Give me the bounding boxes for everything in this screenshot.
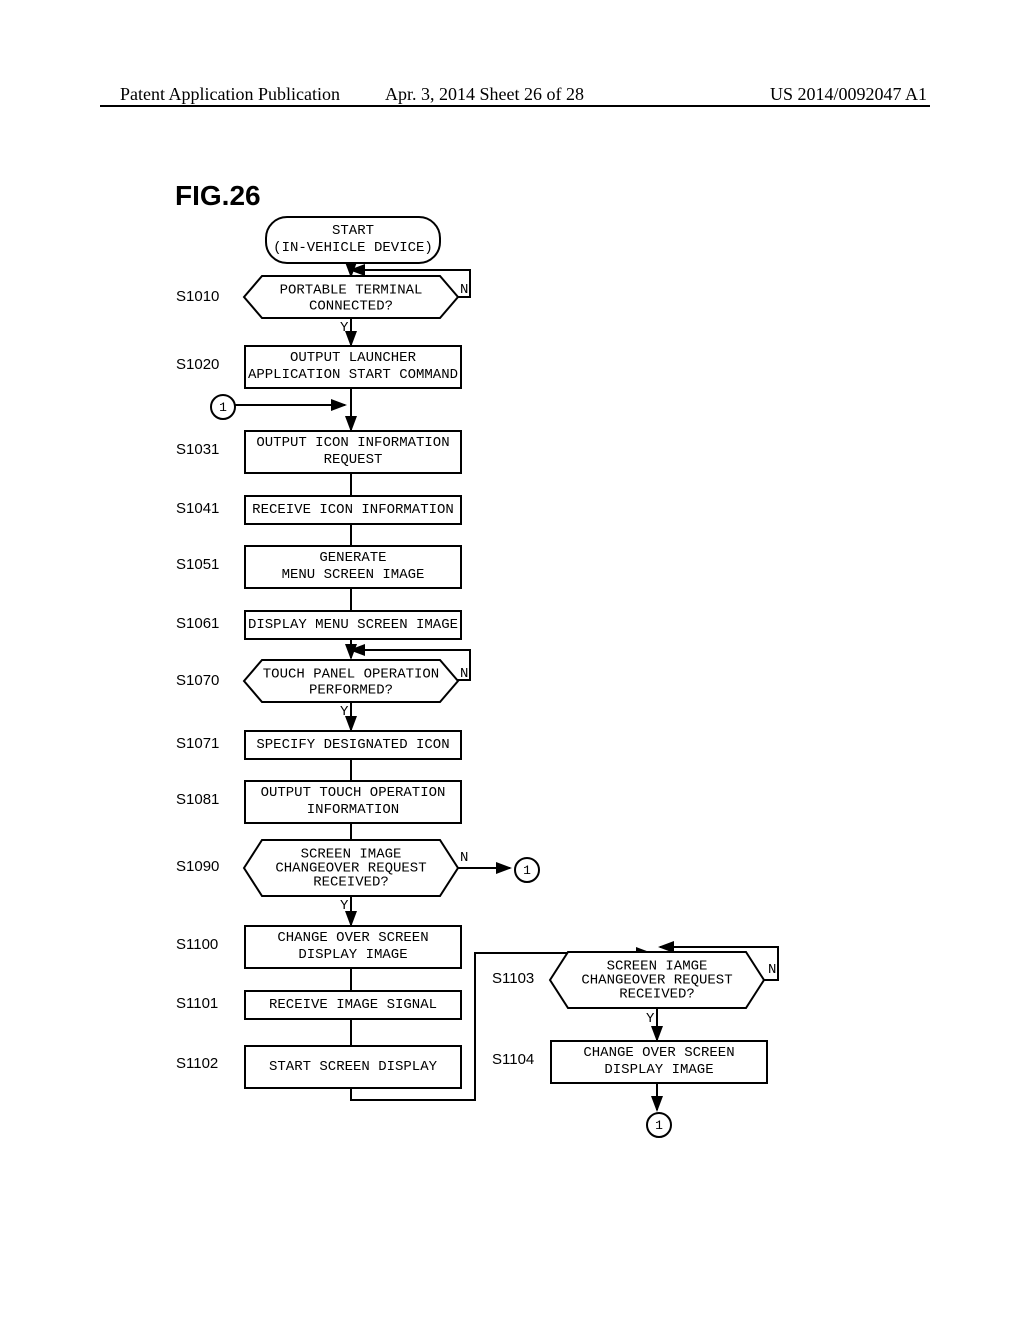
process-text: SPECIFY DESIGNATED ICON bbox=[256, 737, 449, 754]
step-label: S1103 bbox=[492, 970, 534, 987]
step-label: S1100 bbox=[176, 936, 218, 953]
process-s1041: RECEIVE ICON INFORMATION bbox=[244, 495, 462, 525]
decision-s1090: SCREEN IMAGE CHANGEOVER REQUEST RECEIVED… bbox=[244, 840, 458, 896]
connector-1-mid: 1 bbox=[514, 857, 540, 883]
label-n: N bbox=[460, 666, 468, 682]
label-n: N bbox=[460, 850, 468, 866]
process-text: CHANGE OVER SCREENDISPLAY IMAGE bbox=[277, 930, 428, 964]
process-text: START SCREEN DISPLAY bbox=[269, 1059, 437, 1076]
connector-1-bottom: 1 bbox=[646, 1112, 672, 1138]
decision-s1010: PORTABLE TERMINAL CONNECTED? bbox=[244, 276, 458, 318]
step-label: S1101 bbox=[176, 995, 218, 1012]
step-label: S1031 bbox=[176, 441, 219, 458]
label-n: N bbox=[768, 962, 776, 978]
svg-text:PERFORMED?: PERFORMED? bbox=[309, 683, 393, 699]
start-line2: (IN-VEHICLE DEVICE) bbox=[273, 240, 433, 257]
connector-1-left: 1 bbox=[210, 394, 236, 420]
process-text: OUTPUT ICON INFORMATIONREQUEST bbox=[256, 435, 449, 469]
process-text: DISPLAY MENU SCREEN IMAGE bbox=[248, 617, 458, 634]
process-text: RECEIVE IMAGE SIGNAL bbox=[269, 997, 437, 1014]
step-label: S1090 bbox=[176, 858, 219, 875]
step-label: S1071 bbox=[176, 735, 219, 752]
label-y: Y bbox=[340, 320, 348, 336]
process-s1071: SPECIFY DESIGNATED ICON bbox=[244, 730, 462, 760]
svg-text:TOUCH PANEL OPERATION: TOUCH PANEL OPERATION bbox=[263, 667, 439, 683]
process-s1061: DISPLAY MENU SCREEN IMAGE bbox=[244, 610, 462, 640]
process-s1031: OUTPUT ICON INFORMATIONREQUEST bbox=[244, 430, 462, 474]
step-label: S1070 bbox=[176, 672, 219, 689]
process-s1020: OUTPUT LAUNCHERAPPLICATION START COMMAND bbox=[244, 345, 462, 389]
process-text: GENERATEMENU SCREEN IMAGE bbox=[282, 550, 425, 584]
label-y: Y bbox=[340, 704, 348, 720]
start-terminator: START (IN-VEHICLE DEVICE) bbox=[265, 216, 441, 264]
step-label: S1104 bbox=[492, 1051, 534, 1068]
svg-text:RECEIVED?: RECEIVED? bbox=[313, 875, 389, 891]
step-label: S1061 bbox=[176, 615, 219, 632]
decision-s1070: TOUCH PANEL OPERATION PERFORMED? bbox=[244, 660, 458, 702]
process-s1102: START SCREEN DISPLAY bbox=[244, 1045, 462, 1089]
step-label: S1051 bbox=[176, 556, 219, 573]
step-label: S1010 bbox=[176, 288, 219, 305]
label-n: N bbox=[460, 282, 468, 298]
process-s1100: CHANGE OVER SCREENDISPLAY IMAGE bbox=[244, 925, 462, 969]
process-s1101: RECEIVE IMAGE SIGNAL bbox=[244, 990, 462, 1020]
label-y: Y bbox=[340, 898, 348, 914]
process-s1081: OUTPUT TOUCH OPERATIONINFORMATION bbox=[244, 780, 462, 824]
process-s1104: CHANGE OVER SCREENDISPLAY IMAGE bbox=[550, 1040, 768, 1084]
step-label: S1041 bbox=[176, 500, 219, 517]
flow-wires bbox=[0, 0, 1024, 1320]
decision-s1103: SCREEN IAMGE CHANGEOVER REQUEST RECEIVED… bbox=[550, 952, 764, 1008]
step-label: S1020 bbox=[176, 356, 219, 373]
svg-text:RECEIVED?: RECEIVED? bbox=[619, 987, 695, 1003]
start-line1: START bbox=[332, 223, 374, 240]
process-text: CHANGE OVER SCREENDISPLAY IMAGE bbox=[583, 1045, 734, 1079]
step-label: S1081 bbox=[176, 791, 219, 808]
process-s1051: GENERATEMENU SCREEN IMAGE bbox=[244, 545, 462, 589]
svg-text:CONNECTED?: CONNECTED? bbox=[309, 299, 393, 315]
label-y: Y bbox=[646, 1011, 654, 1027]
process-text: OUTPUT TOUCH OPERATIONINFORMATION bbox=[261, 785, 446, 819]
process-text: RECEIVE ICON INFORMATION bbox=[252, 502, 454, 519]
svg-text:PORTABLE TERMINAL: PORTABLE TERMINAL bbox=[280, 283, 423, 299]
step-label: S1102 bbox=[176, 1055, 218, 1072]
process-text: OUTPUT LAUNCHERAPPLICATION START COMMAND bbox=[248, 350, 458, 384]
